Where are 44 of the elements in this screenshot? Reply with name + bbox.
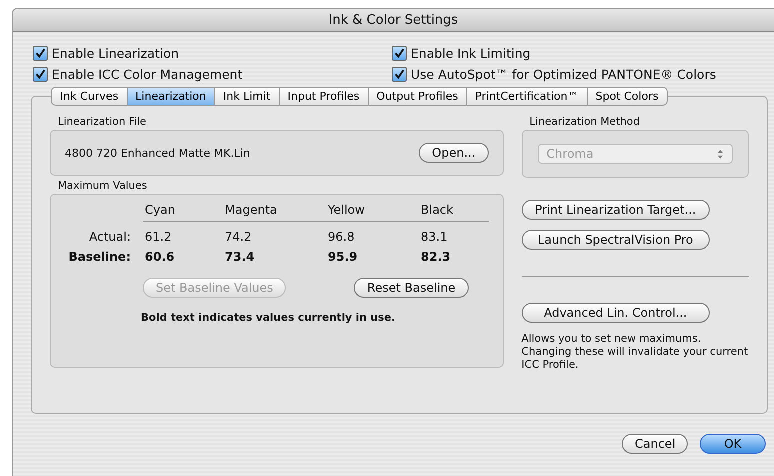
tab[interactable]: Linearization [128,87,216,106]
value-cell-text: 83.1 [420,230,449,244]
value-cell-text: 82.3 [420,250,452,264]
value-cell-text: 73.4 [224,250,256,264]
button[interactable]: Reset Baseline [354,278,469,298]
tab[interactable]: Spot Colors [588,87,668,106]
note-text: Bold text indicates values currently in use. [141,312,396,324]
column-header: Yellow [327,203,366,217]
value-cell-text: 96.8 [327,230,356,244]
group-heading: Linearization Method [530,116,641,128]
help-text: Allows you to set new maximums. Changing these will invalidate your current ICC Profile. [522,333,749,372]
tab[interactable]: Output Profiles [368,87,468,106]
tab[interactable]: Ink Limit [215,87,280,106]
stepper-arrows-icon [717,148,724,160]
checkbox-label[interactable]: Enable Ink Limiting [411,46,531,61]
column-header: Magenta [224,203,278,217]
group-heading: Maximum Values [58,180,148,192]
column-header: Black [420,203,454,217]
tab[interactable]: Ink Curves [51,87,128,106]
checkbox[interactable] [33,46,48,61]
button[interactable]: Print Linearization Target... [522,200,710,220]
value-cell-text: 61.2 [144,230,173,244]
dialog-button[interactable]: Cancel [622,434,688,454]
row-label: Actual: [88,230,132,244]
row-label: Baseline: [68,250,132,264]
button[interactable]: Launch SpectralVision Pro [522,230,710,250]
value-cell-text: 60.6 [144,250,176,264]
checkbox[interactable] [392,46,407,61]
checkbox-label[interactable]: Enable ICC Color Management [52,67,243,82]
checkbox[interactable] [392,67,407,82]
open-button[interactable]: Open... [419,143,489,163]
tab[interactable]: Input Profiles [280,87,369,106]
file-name: 4800 720 Enhanced Matte MK.Lin [65,146,250,160]
tab[interactable]: PrintCertification™ [467,87,588,106]
window-title: Ink & Color Settings [328,12,458,28]
advanced-button[interactable]: Advanced Lin. Control... [522,303,710,323]
value-cell-text: 74.2 [224,230,253,244]
checkbox[interactable] [33,67,48,82]
checkbox-label[interactable]: Use AutoSpot™ for Optimized PANTONE® Colors [411,67,716,82]
column-header: Cyan [144,203,176,217]
checkbox-label[interactable]: Enable Linearization [52,46,180,61]
value-cell-text: 95.9 [327,250,359,264]
dialog-button[interactable]: OK [700,434,766,454]
group-heading: Linearization File [58,116,148,128]
